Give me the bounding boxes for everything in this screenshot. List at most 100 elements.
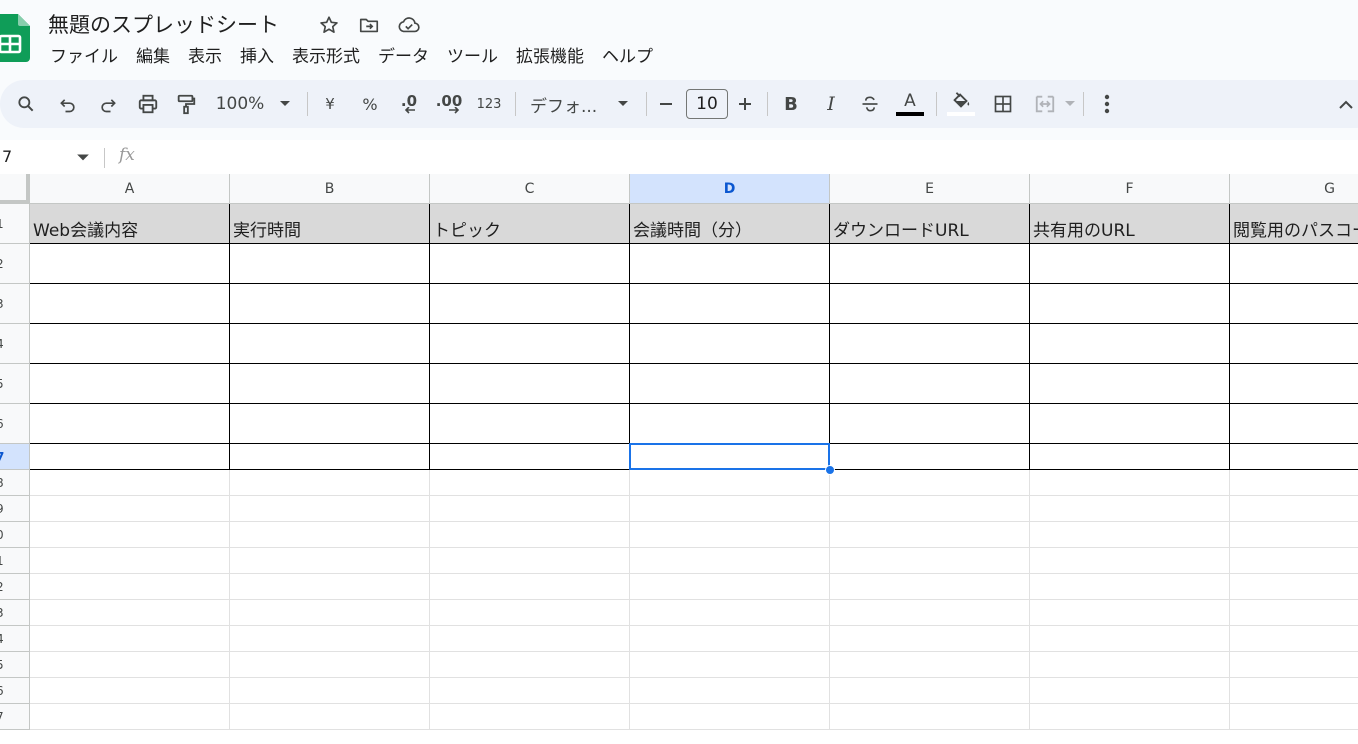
row-header[interactable]: 6 [0,404,30,444]
column-header[interactable]: B [230,174,430,204]
cell[interactable] [30,404,230,444]
star-icon[interactable] [316,12,342,38]
row-header[interactable]: 6 [0,678,30,704]
cell[interactable] [830,496,1030,522]
cell[interactable] [630,470,830,496]
bold-button[interactable]: B [780,80,802,128]
cell[interactable] [30,704,230,730]
font-dropdown-icon[interactable] [614,80,632,128]
menu-help[interactable]: ヘルプ [593,45,662,69]
borders-icon[interactable] [990,80,1016,128]
formula-input[interactable] [150,144,1350,170]
cell[interactable] [430,704,630,730]
font-size-input[interactable]: 10 [686,89,728,119]
column-header[interactable]: C [430,174,630,204]
more-formats-button[interactable]: 123 [474,80,504,128]
row-header[interactable]: 4 [0,626,30,652]
move-folder-icon[interactable] [356,12,382,38]
header-cell[interactable]: 共有用のURL [1030,204,1230,244]
cell[interactable] [1230,600,1358,626]
decrease-decimal-button[interactable]: .0 [396,80,422,128]
cell[interactable] [830,324,1030,364]
cell[interactable] [630,284,830,324]
cell[interactable] [630,678,830,704]
cell[interactable] [1230,574,1358,600]
row-header[interactable]: 4 [0,324,30,364]
cell[interactable] [230,522,430,548]
cell[interactable] [1030,244,1230,284]
cell[interactable] [430,244,630,284]
cell[interactable] [1030,364,1230,404]
more-options-icon[interactable] [1096,80,1118,128]
cell[interactable] [30,678,230,704]
cell[interactable] [830,574,1030,600]
cell[interactable] [830,652,1030,678]
cell[interactable] [630,626,830,652]
header-cell[interactable]: 閲覧用のパスコード [1230,204,1358,244]
cell[interactable] [230,364,430,404]
sheets-logo-icon[interactable] [0,14,30,62]
zoom-dropdown-icon[interactable] [276,80,294,128]
cell[interactable] [430,324,630,364]
cell[interactable] [630,574,830,600]
cell[interactable] [1230,324,1358,364]
cell[interactable] [30,548,230,574]
cell[interactable] [30,444,230,470]
cell[interactable] [1030,404,1230,444]
paint-format-icon[interactable] [172,80,200,128]
italic-button[interactable]: I [820,80,842,128]
cell[interactable] [1230,548,1358,574]
merge-cells-icon[interactable] [1032,80,1058,128]
cell[interactable] [30,470,230,496]
cell[interactable] [1030,548,1230,574]
cell[interactable] [30,496,230,522]
cell[interactable] [830,522,1030,548]
cell[interactable] [230,324,430,364]
cell[interactable] [830,244,1030,284]
cell[interactable] [630,244,830,284]
cell[interactable] [230,652,430,678]
zoom-select[interactable]: 100% [214,80,266,128]
cell[interactable] [630,522,830,548]
select-all-corner[interactable] [0,174,30,204]
cell[interactable] [1230,652,1358,678]
header-cell[interactable]: 実行時間 [230,204,430,244]
cell[interactable] [30,522,230,548]
row-header[interactable]: 5 [0,652,30,678]
row-header[interactable]: 7 [0,444,30,470]
undo-icon[interactable] [54,80,82,128]
cell[interactable] [830,284,1030,324]
cell[interactable] [630,652,830,678]
name-box-dropdown-icon[interactable] [76,148,94,166]
cell[interactable] [1030,626,1230,652]
decrease-font-size-icon[interactable] [656,80,676,128]
cell[interactable] [30,574,230,600]
currency-format-button[interactable]: ¥ [318,80,342,128]
row-header[interactable]: 9 [0,496,30,522]
cell[interactable] [1230,470,1358,496]
cell[interactable] [830,678,1030,704]
cell[interactable] [230,548,430,574]
cell[interactable] [1030,678,1230,704]
cell[interactable] [430,284,630,324]
cell[interactable] [1230,626,1358,652]
row-header[interactable]: 1 [0,204,30,244]
cell[interactable] [1230,522,1358,548]
cell[interactable] [630,496,830,522]
cell[interactable] [430,574,630,600]
cell[interactable] [830,600,1030,626]
cell[interactable] [430,678,630,704]
cell[interactable] [830,470,1030,496]
cell[interactable] [830,548,1030,574]
row-header[interactable]: 1 [0,548,30,574]
header-cell[interactable]: 会議時間（分） [630,204,830,244]
cell[interactable] [30,244,230,284]
row-header[interactable]: 3 [0,284,30,324]
cell[interactable] [1230,284,1358,324]
row-header[interactable]: 7 [0,704,30,730]
cell[interactable] [30,324,230,364]
cell[interactable] [230,284,430,324]
cell[interactable] [1230,704,1358,730]
column-header[interactable]: A [30,174,230,204]
cell[interactable] [630,324,830,364]
